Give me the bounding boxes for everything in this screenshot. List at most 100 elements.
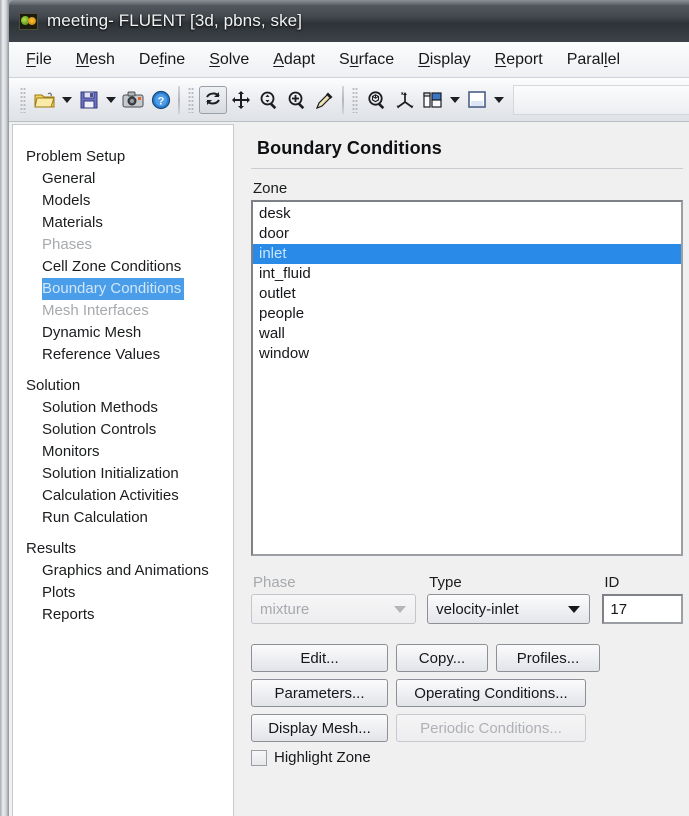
phase-select: mixture: [251, 594, 416, 624]
sidebar-item-mesh-interfaces: Mesh Interfaces: [13, 300, 233, 322]
toolbar-separator-1: [178, 86, 180, 114]
rotate-view-icon[interactable]: [199, 86, 227, 114]
id-input[interactable]: 17: [602, 594, 683, 624]
chevron-down-icon: [568, 606, 580, 613]
list-item[interactable]: wall: [253, 324, 681, 344]
boundary-conditions-panel: Boundary Conditions Zone desk door inlet…: [245, 122, 689, 816]
zone-list-label: Zone: [251, 180, 683, 197]
id-label: ID: [602, 574, 683, 591]
sidebar-item-cell-zone-conditions[interactable]: Cell Zone Conditions: [13, 256, 233, 278]
operating-conditions-button[interactable]: Operating Conditions...: [396, 679, 586, 707]
button-row-3: Display Mesh... Periodic Conditions...: [251, 714, 683, 742]
svg-text:?: ?: [158, 95, 165, 107]
button-row-2: Parameters... Operating Conditions...: [251, 679, 683, 707]
menu-display[interactable]: Display: [418, 51, 470, 69]
list-item[interactable]: people: [253, 304, 681, 324]
sidebar-item-models[interactable]: Models: [13, 190, 233, 212]
navigation-tree-panel[interactable]: Problem Setup General Models Materials P…: [12, 124, 234, 816]
type-select[interactable]: velocity-inlet: [427, 594, 590, 624]
display-mesh-button[interactable]: Display Mesh...: [251, 714, 388, 742]
highlight-zone-label: Highlight Zone: [274, 749, 371, 766]
menu-solve[interactable]: Solve: [209, 51, 249, 69]
page-title: Boundary Conditions: [251, 122, 683, 168]
title-bar: meeting- FLUENT [3d, pbns, ske]: [9, 0, 689, 42]
help-icon[interactable]: ?: [147, 86, 175, 114]
save-picture-icon[interactable]: [119, 86, 147, 114]
navigation-tree: Problem Setup General Models Materials P…: [13, 125, 233, 626]
toolbar-grip-3[interactable]: [352, 87, 358, 113]
menu-define[interactable]: Define: [139, 51, 185, 69]
toolbar-overflow-area: [513, 85, 689, 115]
sidebar-item-dynamic-mesh[interactable]: Dynamic Mesh: [13, 322, 233, 344]
phase-label: Phase: [251, 574, 416, 591]
sidebar-item-solution-initialization[interactable]: Solution Initialization: [13, 463, 233, 485]
window-frame-left-edge: [0, 0, 9, 816]
title-divider: [251, 168, 683, 169]
copy-button[interactable]: Copy...: [396, 644, 488, 672]
edit-button[interactable]: Edit...: [251, 644, 388, 672]
menu-surface[interactable]: Surface: [339, 51, 394, 69]
list-item[interactable]: int_fluid: [253, 264, 681, 284]
toolbar-grip-2[interactable]: [188, 87, 194, 113]
sidebar-item-reports[interactable]: Reports: [13, 604, 233, 626]
open-file-dropdown[interactable]: [59, 87, 75, 113]
open-file-icon[interactable]: [31, 86, 59, 114]
sidebar-item-boundary-conditions[interactable]: Boundary Conditions: [42, 278, 184, 300]
list-item[interactable]: desk: [253, 204, 681, 224]
background-color-icon[interactable]: [463, 86, 491, 114]
list-item[interactable]: door: [253, 224, 681, 244]
highlight-zone-checkbox[interactable]: [251, 750, 267, 766]
phase-value: mixture: [260, 601, 394, 618]
sidebar-item-solution-methods[interactable]: Solution Methods: [13, 397, 233, 419]
zoom-fit-icon[interactable]: [255, 86, 283, 114]
sidebar-item-calculation-activities[interactable]: Calculation Activities: [13, 485, 233, 507]
button-row-1: Edit... Copy... Profiles...: [251, 644, 683, 672]
sidebar-item-graphics-and-animations[interactable]: Graphics and Animations: [13, 560, 233, 582]
sidebar-item-plots[interactable]: Plots: [13, 582, 233, 604]
fluent-app-icon: [19, 13, 38, 30]
main-body: Problem Setup General Models Materials P…: [9, 122, 689, 816]
menu-adapt[interactable]: Adapt: [273, 51, 315, 69]
chevron-down-icon: [394, 606, 406, 613]
save-file-dropdown[interactable]: [103, 87, 119, 113]
list-item[interactable]: outlet: [253, 284, 681, 304]
zone-list[interactable]: desk door inlet int_fluid outlet people …: [251, 200, 683, 556]
parameters-button[interactable]: Parameters...: [251, 679, 388, 707]
axes-triad-icon[interactable]: [391, 86, 419, 114]
pan-view-icon[interactable]: [227, 86, 255, 114]
profiles-button[interactable]: Profiles...: [496, 644, 600, 672]
list-item[interactable]: inlet: [253, 244, 681, 264]
window-title: meeting- FLUENT [3d, pbns, ske]: [47, 11, 302, 31]
probe-pick-icon[interactable]: [311, 86, 339, 114]
highlight-zone-row[interactable]: Highlight Zone: [251, 749, 683, 766]
sidebar-item-monitors[interactable]: Monitors: [13, 441, 233, 463]
sidebar-item-materials[interactable]: Materials: [13, 212, 233, 234]
save-file-icon[interactable]: [75, 86, 103, 114]
phase-type-id-row: Phase mixture Type velocity-inlet ID 1: [251, 574, 683, 624]
fluent-application-window: meeting- FLUENT [3d, pbns, ske] File Mes…: [0, 0, 689, 816]
panel-layout-dropdown[interactable]: [447, 87, 463, 113]
phase-field-group: Phase mixture: [251, 574, 416, 624]
menu-parallel[interactable]: Parallel: [567, 51, 620, 69]
sidebar-item-reference-values[interactable]: Reference Values: [13, 344, 233, 366]
background-color-dropdown[interactable]: [491, 87, 507, 113]
tree-group-results: Results: [13, 538, 233, 560]
sidebar-item-run-calculation[interactable]: Run Calculation: [13, 507, 233, 529]
periodic-conditions-button: Periodic Conditions...: [396, 714, 586, 742]
menu-bar: File Mesh Define Solve Adapt Surface Dis…: [9, 42, 689, 78]
menu-mesh[interactable]: Mesh: [76, 51, 115, 69]
id-field-group: ID 17: [602, 574, 683, 624]
toolbar-grip-1[interactable]: [20, 87, 26, 113]
zoom-in-icon[interactable]: [283, 86, 311, 114]
menu-report[interactable]: Report: [495, 51, 543, 69]
menu-file[interactable]: File: [26, 51, 52, 69]
list-item[interactable]: window: [253, 344, 681, 364]
toolbar-separator-2: [342, 86, 344, 114]
sidebar-item-solution-controls[interactable]: Solution Controls: [13, 419, 233, 441]
toolbar: ?: [9, 78, 689, 122]
tree-group-solution: Solution: [13, 375, 233, 397]
panel-splitter[interactable]: [235, 122, 245, 816]
panel-layout-icon[interactable]: [419, 86, 447, 114]
zoom-to-box-icon[interactable]: [363, 86, 391, 114]
sidebar-item-general[interactable]: General: [13, 168, 233, 190]
